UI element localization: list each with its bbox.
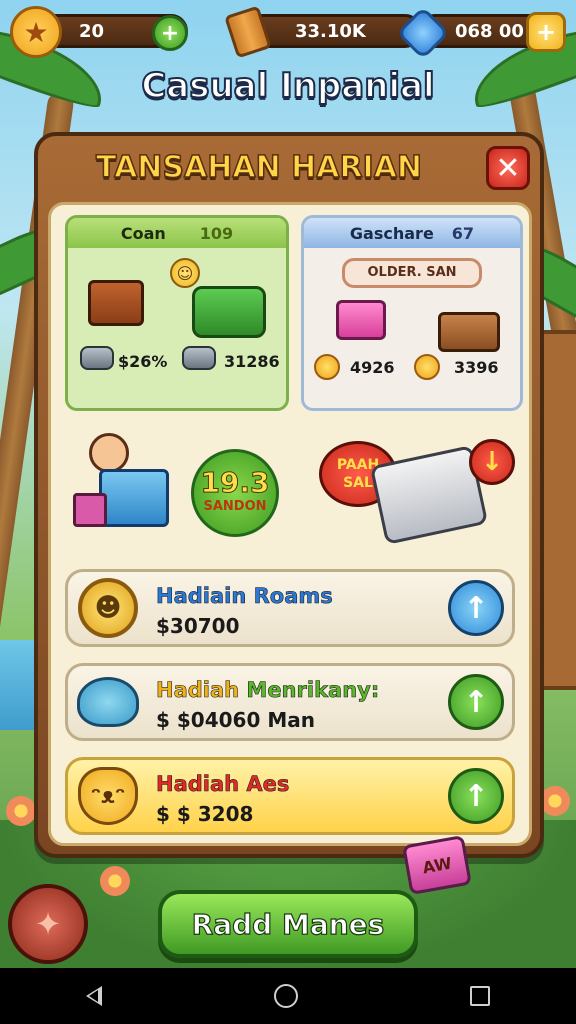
character-icon (89, 433, 129, 473)
add-gems-button[interactable]: + (526, 12, 566, 52)
smiley-icon: ☺ (170, 258, 200, 288)
reward-title: Hadiah Aes (156, 772, 290, 797)
item-price: $26% (118, 352, 168, 371)
currency-3-value: 068 00 (455, 20, 524, 42)
claim-button[interactable]: ↑ (448, 674, 504, 730)
game-title: Casual Inpanial (140, 65, 435, 107)
top-hud: 20 ★ + 33.10K 068 00 + (8, 5, 568, 60)
item-price: 4926 (350, 358, 395, 377)
reward-amount: $30700 (156, 614, 240, 638)
reward-title: Hadiah Menrikany: (156, 678, 380, 703)
sun-icon (414, 354, 440, 380)
currency-2-value: 33.10K (295, 20, 366, 42)
green-sofa-icon (192, 286, 266, 338)
reward-icon (76, 670, 140, 734)
sun-icon (314, 354, 340, 380)
tool-icon (80, 346, 114, 370)
reward-amount: $ $04060 Man (156, 708, 315, 732)
close-button[interactable]: ✕ (486, 146, 530, 190)
back-icon[interactable] (86, 986, 102, 1006)
currency-1-value: 20 (79, 20, 105, 42)
card-label: Coan (120, 223, 166, 243)
reward-title-main: Hadiah (156, 678, 240, 703)
add-stars-button[interactable]: + (152, 15, 188, 51)
blue-creature-icon (77, 677, 139, 727)
currency-bar-scrolls: 33.10K (246, 14, 422, 48)
treasure-box-icon (88, 280, 144, 326)
item-price: 31286 (224, 352, 280, 371)
card-count: 67 (451, 223, 475, 243)
claim-button[interactable]: ↑ (448, 580, 504, 636)
promo-label: SANDON (203, 499, 267, 514)
flower-icon (540, 786, 570, 816)
cat-icon: ᵔᴥᵔ (78, 767, 138, 825)
claim-button[interactable]: ↑ (448, 768, 504, 824)
item-price: 3396 (454, 358, 499, 377)
character-with-gifts (69, 429, 179, 539)
android-nav-bar (0, 968, 576, 1024)
card-header: Gaschare 67 (304, 218, 520, 248)
reward-icon: ᵔᴥᵔ (76, 764, 140, 828)
flower-icon (100, 866, 130, 896)
card-subtitle: OLDER. SAN (342, 258, 482, 288)
blue-box-icon (99, 469, 169, 527)
tool-icon (182, 346, 216, 370)
reward-title: Hadiain Roams (156, 584, 333, 609)
compass-icon[interactable]: ✦ (8, 884, 88, 964)
offer-card-right[interactable]: Gaschare 67 OLDER. SAN 4926 3396 (301, 215, 523, 411)
reward-row[interactable]: ☻ Hadiain Roams $30700 ↑ (65, 569, 515, 647)
promo-value: 19.3 (200, 466, 270, 500)
main-action-button[interactable]: Radd Manes (158, 890, 418, 958)
recent-apps-icon[interactable] (470, 986, 490, 1006)
reward-row[interactable]: ᵔᴥᵔ Hadiah Aes $ $ 3208 ↑ (65, 757, 515, 835)
panel-content: Coan 109 ☺ $26% 31286 Gaschare 67 OLDER.… (48, 202, 532, 846)
featured-section: 19.3 SANDON PAAH SAL ↓ (65, 419, 515, 555)
reward-icon: ☻ (76, 576, 140, 640)
panel-title: TANSAHAN HARIAN (95, 149, 423, 186)
reward-row[interactable]: Hadiah Menrikany: $ $04060 Man ↑ (65, 663, 515, 741)
card-header: Coan 109 (68, 218, 286, 248)
daily-reward-panel: TANSAHAN HARIAN ✕ Coan 109 ☺ $26% 31286 … (34, 132, 544, 858)
chest-icon (438, 312, 500, 352)
offer-card-left[interactable]: Coan 109 ☺ $26% 31286 (65, 215, 289, 411)
close-icon: ✕ (495, 150, 521, 186)
coin-icon: ☻ (78, 578, 138, 638)
card-label: Gaschare (349, 223, 434, 243)
card-count: 109 (199, 223, 234, 243)
gift-icon (73, 493, 107, 527)
home-icon[interactable] (274, 984, 298, 1008)
promo-badge[interactable]: 19.3 SANDON (191, 449, 279, 537)
corner-badge[interactable]: AW (402, 834, 472, 896)
reward-title-accent: Menrikany: (246, 678, 380, 703)
star-coin-icon: ★ (10, 6, 62, 58)
gift-box-icon (336, 300, 386, 340)
arrow-down-button[interactable]: ↓ (469, 439, 515, 485)
reward-amount: $ $ 3208 (156, 802, 254, 826)
flower-icon (6, 796, 36, 826)
